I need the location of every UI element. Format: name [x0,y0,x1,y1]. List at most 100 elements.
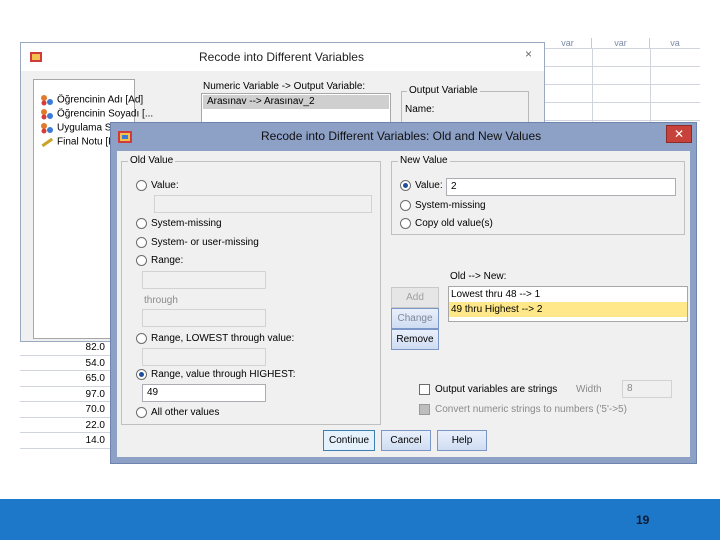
data-column: 82.0 54.0 65.0 97.0 70.0 22.0 14.0 [20,340,112,464]
column-header[interactable]: var [592,38,650,48]
column-header[interactable]: var [544,38,592,48]
back-dialog-titlebar: Recode into Different Variables × [21,43,544,71]
nominal-variable-icon [41,95,53,106]
radio-indicator [136,218,147,229]
change-button[interactable]: Change [391,308,439,329]
radio-label: Range, value through HIGHEST: [151,369,296,380]
close-icon: ✕ [673,127,685,141]
slide-footer-bar: 19 [0,499,720,540]
strings-checkbox[interactable]: Output variables are strings [419,384,557,395]
new-value-legend: New Value [398,155,450,166]
system-missing-radio[interactable]: System-missing [136,218,222,229]
data-cell[interactable]: 97.0 [20,386,112,402]
list-item[interactable]: Final Notu [F [40,136,114,150]
new-system-missing-radio[interactable]: System-missing [400,200,486,211]
output-variable-legend: Output Variable [407,85,480,96]
new-value-radio[interactable]: Value: [400,180,443,191]
radio-label: Value: [415,180,443,191]
range-lowest-radio[interactable]: Range, LOWEST through value: [136,333,294,344]
close-icon[interactable]: × [525,47,532,61]
grid-line [544,48,700,49]
new-value-group: New Value Value: 2 System-missing Copy o… [391,155,685,235]
spss-app-icon [30,52,42,62]
through-label: through [144,295,178,306]
system-or-user-missing-radio[interactable]: System- or user-missing [136,237,259,248]
list-item[interactable]: Lowest thru 48 --> 1 [449,287,687,302]
data-cell[interactable]: 54.0 [20,355,112,371]
nominal-variable-icon [41,109,53,120]
list-item[interactable]: Öğrencinin Soyadı [... [40,108,153,122]
page-number: 19 [636,513,650,527]
range-to-field[interactable] [142,309,266,327]
nominal-variable-icon [41,123,53,134]
radio-label: Value: [151,180,179,191]
data-grid-header: var var va [544,38,704,68]
grid-line [544,120,700,121]
radio-label: System- or user-missing [151,237,259,248]
variable-label: Uygulama S [57,122,112,134]
grid-line [544,84,700,85]
old-new-label: Old --> New: [450,271,507,282]
all-other-values-radio[interactable]: All other values [136,407,219,418]
cancel-button[interactable]: Cancel [381,430,431,451]
checkbox-indicator [419,404,430,415]
radio-indicator [400,200,411,211]
old-value-field[interactable] [154,195,372,213]
grid-line [592,48,593,128]
variable-label: Final Notu [F [57,136,115,148]
dialog-titlebar[interactable]: Recode into Different Variables: Old and… [111,123,696,149]
new-value-field[interactable]: 2 [446,178,676,196]
radio-label: Copy old value(s) [415,218,493,229]
data-cell[interactable]: 65.0 [20,371,112,387]
list-item-selected[interactable]: 49 thru Highest --> 2 [449,302,687,317]
variable-label: Öğrencinin Adı [Ad] [57,94,144,106]
checkbox-label: Convert numeric strings to numbers ('5'-… [435,404,627,415]
old-value-legend: Old Value [128,155,176,166]
variable-label: Öğrencinin Soyadı [... [57,108,154,120]
list-item[interactable]: Uygulama S [40,122,111,136]
radio-indicator [136,369,147,380]
width-field[interactable]: 8 [622,380,672,398]
data-cell[interactable]: 22.0 [20,417,112,433]
range-highest-radio[interactable]: Range, value through HIGHEST: [136,369,296,380]
old-value-radio[interactable]: Value: [136,180,179,191]
list-item[interactable]: Öğrencinin Adı [Ad] [40,94,143,108]
data-cell[interactable]: 82.0 [20,340,112,356]
convert-numeric-checkbox[interactable]: Convert numeric strings to numbers ('5'-… [419,404,627,415]
grid-line [544,66,700,67]
old-new-values-dialog: Recode into Different Variables: Old and… [110,122,697,464]
copy-old-values-radio[interactable]: Copy old value(s) [400,218,493,229]
checkbox-indicator [419,384,430,395]
radio-label: System-missing [151,218,222,229]
dialog-body: Old Value Value: System-missing System- … [117,151,690,457]
scale-variable-icon [41,137,54,148]
radio-indicator [136,255,147,266]
grid-line [650,48,651,128]
column-header[interactable]: va [650,38,700,48]
radio-label: All other values [151,407,220,418]
numeric-variable-selected[interactable]: Arasınav --> Arasınav_2 [203,95,389,109]
radio-indicator [136,333,147,344]
back-dialog-title: Recode into Different Variables [199,50,364,64]
radio-indicator [400,218,411,229]
dialog-title: Recode into Different Variables: Old and… [261,129,542,143]
data-cell[interactable]: 70.0 [20,402,112,418]
range-lowest-field[interactable] [142,348,266,366]
data-cell[interactable]: 14.0 [20,433,112,449]
old-new-list[interactable]: Lowest thru 48 --> 1 49 thru Highest -->… [448,286,688,322]
range-highest-field[interactable]: 49 [142,384,266,402]
range-from-field[interactable] [142,271,266,289]
range-radio[interactable]: Range: [136,255,183,266]
remove-button[interactable]: Remove [391,329,439,350]
radio-indicator [400,180,411,191]
name-label: Name: [405,104,435,115]
help-button[interactable]: Help [437,430,487,451]
add-button[interactable]: Add [391,287,439,308]
radio-indicator [136,237,147,248]
close-button[interactable]: ✕ [666,125,692,143]
radio-indicator [136,407,147,418]
continue-button[interactable]: Continue [323,430,375,451]
grid-line [544,102,700,103]
numeric-variable-label: Numeric Variable -> Output Variable: [203,81,366,92]
width-label: Width [576,384,602,395]
